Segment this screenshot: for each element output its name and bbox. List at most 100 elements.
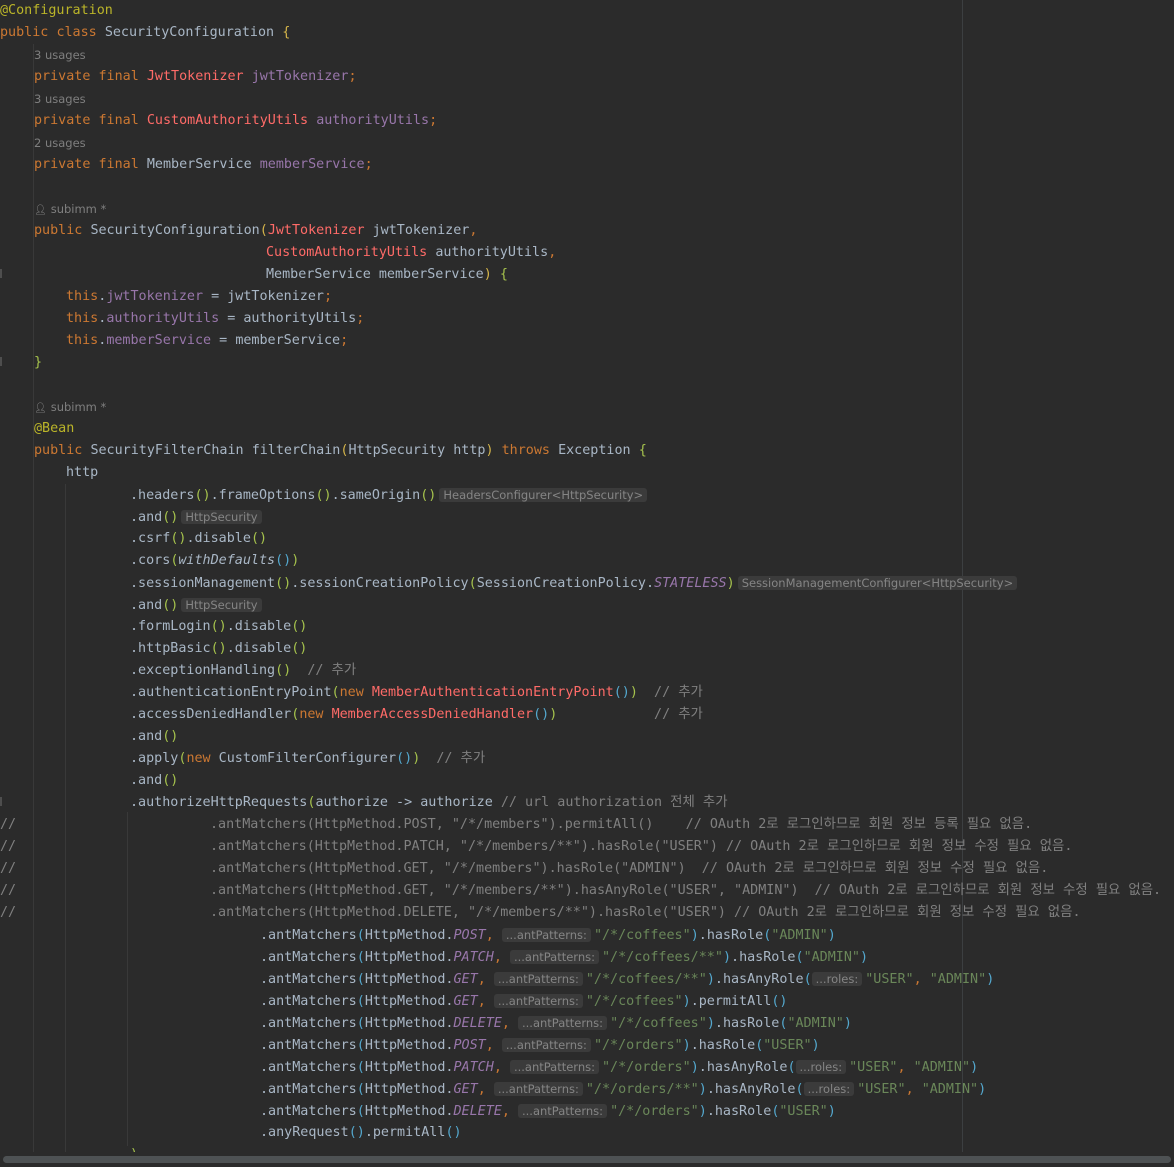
type-name: JwtTokenizer — [267, 223, 365, 238]
field-name: authorityUtils — [316, 113, 430, 128]
path-string: "/*/orders" — [602, 1060, 691, 1075]
code-line[interactable]: public SecurityConfiguration(JwtTokenize… — [34, 220, 1174, 242]
usages-label: 3 usages — [34, 48, 86, 62]
code-line[interactable]: @Bean — [34, 418, 1174, 440]
keyword: new — [299, 707, 324, 722]
code-line[interactable]: .and() — [130, 770, 1174, 792]
code-line[interactable]: @Configuration — [0, 0, 1174, 22]
type-name: JwtTokenizer — [146, 69, 244, 84]
scrollbar-thumb[interactable] — [3, 1156, 1171, 1163]
role-string: "USER" — [763, 1038, 812, 1053]
code-line[interactable]: ) — [130, 1144, 1174, 1152]
matcher-line[interactable]: .antMatchers(HttpMethod.GET, ...antPatte… — [260, 990, 1160, 1012]
code-line[interactable]: http — [66, 462, 1174, 484]
code-line[interactable]: .and() — [130, 726, 1174, 748]
author-hint[interactable]: 👤︎ subimm * — [34, 396, 1174, 418]
comment: .antMatchers(HttpMethod.GET, "/*/members… — [210, 861, 1049, 876]
field-name: memberService — [106, 333, 212, 348]
constructor-name: SecurityConfiguration — [90, 223, 260, 238]
param-name: authorityUtils — [243, 311, 357, 326]
code-line[interactable]: this.memberService = memberService; — [66, 330, 1174, 352]
method-name: filterChain — [251, 443, 341, 458]
code-line[interactable]: private final CustomAuthorityUtils autho… — [34, 110, 1174, 132]
code-line[interactable]: .and() HttpSecurity — [130, 594, 1174, 616]
author-label: subimm * — [50, 400, 107, 414]
code-line[interactable]: .exceptionHandling() // 추가 — [130, 660, 1174, 682]
code-line[interactable]: CustomAuthorityUtils authorityUtils, — [266, 242, 1166, 264]
code-line[interactable]: .authenticationEntryPoint(new MemberAuth… — [130, 682, 1174, 704]
code-line[interactable]: this.jwtTokenizer = jwtTokenizer; — [66, 286, 1174, 308]
code-line[interactable]: .authorizeHttpRequests(authorize -> auth… — [130, 792, 1174, 814]
param-name: memberService — [235, 333, 341, 348]
commented-line[interactable]: // .antMatchers(HttpMethod.GET, "/*/membe… — [0, 858, 1174, 880]
type-name: CustomAuthorityUtils — [146, 113, 309, 128]
matcher-line[interactable]: .antMatchers(HttpMethod.PATCH, ...antPat… — [260, 946, 1160, 968]
comment-prefix: // — [0, 883, 17, 898]
code-line[interactable]: .anyRequest().permitAll() — [260, 1122, 1174, 1144]
http-method: GET — [453, 1082, 478, 1097]
http-method: DELETE — [453, 1016, 502, 1031]
matcher-line[interactable]: .antMatchers(HttpMethod.POST, ...antPatt… — [260, 924, 1160, 946]
commented-line[interactable]: // .antMatchers(HttpMethod.GET, "/*/membe… — [0, 880, 1174, 902]
matcher-line[interactable]: .antMatchers(HttpMethod.DELETE, ...antPa… — [260, 1100, 1160, 1122]
code-editor[interactable]: @Configuration public class SecurityConf… — [0, 0, 1174, 1152]
usages-hint[interactable]: 3 usages — [34, 88, 1174, 110]
code-line[interactable]: .httpBasic().disable() — [130, 638, 1174, 660]
commented-line[interactable]: // .antMatchers(HttpMethod.DELETE, "/*/me… — [0, 902, 1174, 924]
matcher-line[interactable]: .antMatchers(HttpMethod.DELETE, ...antPa… — [260, 1012, 1160, 1034]
keyword: public — [0, 25, 49, 40]
param-name: http — [453, 443, 486, 458]
commented-line[interactable]: // .antMatchers(HttpMethod.POST, "/*/memb… — [0, 814, 1174, 836]
code-line[interactable]: .csrf().disable() — [130, 528, 1174, 550]
code-line[interactable]: private final MemberService memberServic… — [34, 154, 1174, 176]
author-hint[interactable]: 👤︎ subimm * — [34, 198, 1174, 220]
code-line[interactable]: .apply(new CustomFilterConfigurer()) // … — [130, 748, 1174, 770]
param-hint: ...antPatterns: — [493, 972, 583, 986]
http-method: POST — [453, 1038, 486, 1053]
code-line[interactable]: public SecurityFilterChain filterChain(H… — [34, 440, 1174, 462]
type-name: MemberService — [146, 157, 252, 172]
keyword: public — [34, 443, 83, 458]
code-line[interactable]: .formLogin().disable() — [130, 616, 1174, 638]
path-string: "/*/orders/**" — [585, 1082, 699, 1097]
matcher-line[interactable]: .antMatchers(HttpMethod.POST, ...antPatt… — [260, 1034, 1160, 1056]
matcher-line[interactable]: .antMatchers(HttpMethod.GET, ...antPatte… — [260, 968, 1160, 990]
code-line[interactable]: .accessDeniedHandler(new MemberAccessDen… — [130, 704, 1174, 726]
type-name: Exception — [558, 443, 631, 458]
matcher-line[interactable]: .antMatchers(HttpMethod.PATCH, ...antPat… — [260, 1056, 1160, 1078]
code-line[interactable]: } — [34, 352, 1174, 374]
param-hint: ...antPatterns: — [493, 1082, 583, 1096]
http-method: GET — [453, 972, 478, 987]
code-line[interactable]: this.authorityUtils = authorityUtils; — [66, 308, 1174, 330]
comment: .antMatchers(HttpMethod.PATCH, "/*/membe… — [210, 839, 1073, 854]
method-call: hasAnyRole — [706, 1060, 788, 1075]
code-line[interactable]: public class SecurityConfiguration { — [0, 22, 1174, 44]
comment-prefix: // — [0, 861, 17, 876]
path-string: "/*/orders" — [593, 1038, 683, 1053]
type-hint: SessionManagementConfigurer<HttpSecurity… — [737, 576, 1018, 590]
role-string: "ADMIN" — [771, 928, 828, 943]
code-line[interactable]: private final JwtTokenizer jwtTokenizer; — [34, 66, 1174, 88]
comment: // 추가 — [436, 751, 486, 766]
code-line[interactable]: MemberService memberService) { — [266, 264, 1166, 286]
role-string: "ADMIN" — [921, 1082, 979, 1097]
keyword: new — [339, 685, 364, 700]
code-line[interactable]: .sessionManagement().sessionCreationPoli… — [130, 572, 1174, 594]
usages-hint[interactable]: 3 usages — [34, 44, 1174, 66]
matcher-line[interactable]: .antMatchers(HttpMethod.GET, ...antPatte… — [260, 1078, 1160, 1100]
code-line[interactable]: .and() HttpSecurity — [130, 506, 1174, 528]
http-method: PATCH — [453, 1060, 494, 1075]
usages-label: 2 usages — [34, 136, 86, 150]
code-line[interactable]: .cors(withDefaults()) — [130, 550, 1174, 572]
type-name: SecurityFilterChain — [90, 443, 244, 458]
usages-hint[interactable]: 2 usages — [34, 132, 1174, 154]
commented-line[interactable]: // .antMatchers(HttpMethod.PATCH, "/*/mem… — [0, 836, 1174, 858]
keyword: this — [66, 333, 99, 348]
type-hint: HttpSecurity — [181, 510, 262, 524]
comment: .antMatchers(HttpMethod.DELETE, "/*/memb… — [210, 905, 1081, 920]
field-name: authorityUtils — [106, 311, 220, 326]
field-name: jwtTokenizer — [106, 289, 204, 304]
code-line[interactable]: .headers().frameOptions().sameOrigin() He… — [130, 484, 1174, 506]
type-hint: HttpSecurity — [181, 598, 262, 612]
class-name: SecurityConfiguration — [104, 25, 275, 40]
